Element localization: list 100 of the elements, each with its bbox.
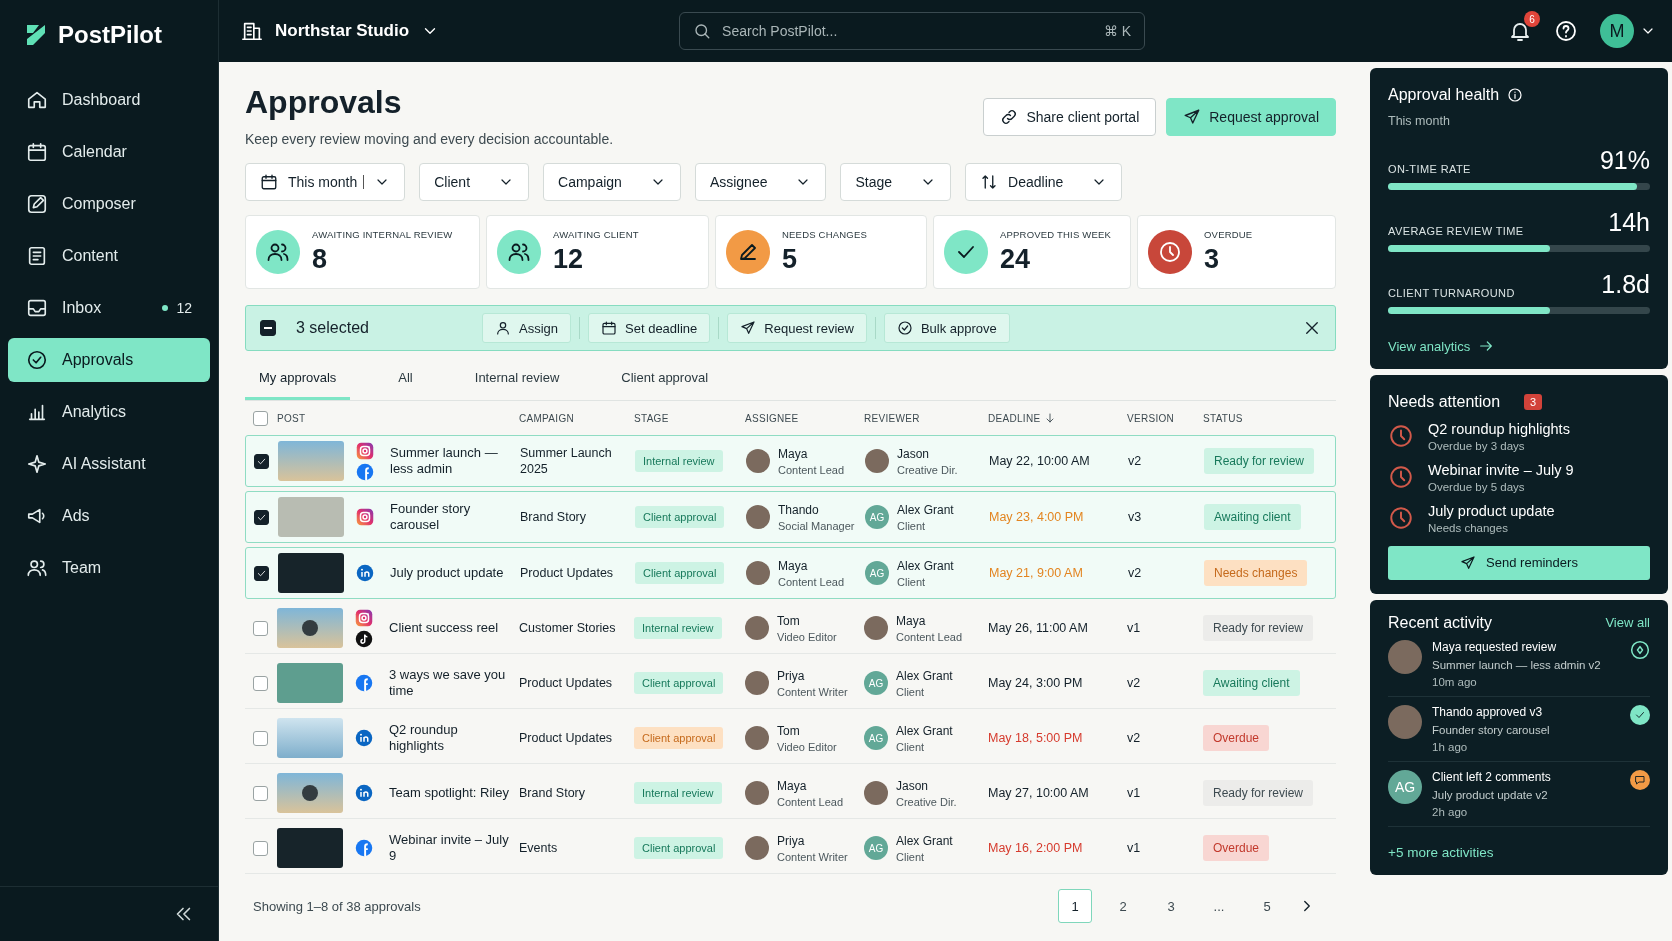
more-activities-link[interactable]: +5 more activities [1388,838,1494,860]
nav-item[interactable]: Composer [8,182,210,226]
row-checkbox[interactable] [253,840,268,856]
bulk-action-button[interactable]: Assign [482,313,572,343]
row-checkbox[interactable] [253,620,268,636]
filter-dropdown[interactable]: Campaign [543,163,681,201]
activity-detail: July product update v2 [1432,788,1549,801]
partial-checkbox[interactable] [260,320,276,336]
attention-title[interactable]: Webinar invite – July 9 [1428,461,1574,478]
row-checkbox[interactable] [254,565,269,581]
tab[interactable]: Internal review [460,359,574,400]
notification-count: 6 [1524,11,1540,27]
avatar [745,671,769,695]
unread-count: 12 [162,300,192,316]
filter-dropdown[interactable]: This month [245,163,406,201]
page-button[interactable]: 1 [1058,889,1092,923]
user-avatar[interactable]: M [1600,14,1634,48]
reviewer-role: Creative Dir. [896,795,957,808]
post-title: 3 ways we save you time [388,667,507,699]
avatar [746,561,770,585]
stage-tag: Internal review [634,782,722,804]
attention-title[interactable]: July product update [1428,502,1555,519]
column-header: REVIEWER [864,412,920,424]
filter-dropdown[interactable]: Client [419,163,530,201]
avatar: AG [1388,769,1422,804]
nav-item[interactable]: AI Assistant [8,442,210,486]
row-checkbox[interactable] [253,785,268,801]
avatar [1388,704,1422,739]
selection-count: 3 selected [296,319,370,337]
workspace-switcher[interactable]: Northstar Studio [241,20,440,42]
pencil-square-icon [26,193,48,215]
bulk-action-button[interactable]: Set deadline [588,313,711,343]
metric-label: CLIENT TURNAROUND [1388,287,1515,299]
status-tag: Awaiting client [1203,670,1300,696]
row-checkbox[interactable] [254,509,269,525]
page-button[interactable]: 3 [1154,889,1188,923]
nav-item[interactable]: Dashboard [8,78,210,122]
send-reminders-button[interactable]: Send reminders [1388,545,1650,580]
instagram-icon [355,608,373,627]
assignee-role: Content Lead [778,463,845,476]
bulk-action-button[interactable]: Request review [727,313,867,343]
version-cell-text: v1 [1127,621,1142,635]
filter-dropdown[interactable]: Stage [840,163,952,201]
metric-value: 1.8d [1601,270,1650,299]
nav-item[interactable]: Ads [8,494,210,538]
metric-label: ON-TIME RATE [1388,163,1471,175]
view-all-link[interactable]: View all [1605,615,1650,630]
avatar [745,836,769,860]
version-cell-text: v2 [1128,566,1143,580]
deadline-cell-text: May 21, 9:00 AM [989,566,1084,580]
row-checkbox[interactable] [253,730,268,746]
activity-title: Thando approved v3 [1432,704,1544,719]
column-header: CAMPAIGN [519,412,574,424]
stage-tag: Internal review [635,450,723,472]
campaign-cell-text: Product Updates [519,675,614,691]
avatar [745,616,769,640]
attention-title[interactable]: Q2 roundup highlights [1428,420,1570,437]
reviewer-name: Alex Grant [897,558,954,573]
filter-dropdown[interactable]: Assignee [694,163,827,201]
page-button[interactable]: ... [1202,889,1236,923]
page-button[interactable]: 2 [1106,889,1140,923]
assignee-name: Maya [778,446,809,461]
tab[interactable]: All [384,359,427,400]
row-checkbox[interactable] [253,675,268,691]
row-checkbox[interactable] [254,453,269,469]
play-icon [302,620,318,636]
close-button[interactable] [1303,319,1321,337]
tab[interactable]: My approvals [245,359,351,400]
assignee-role: Content Writer [777,850,848,863]
nav-item[interactable]: Inbox 12 [8,286,210,330]
activity-detail: Founder story carousel [1432,723,1551,736]
activity-title: Client left 2 comments [1432,769,1552,784]
assignee-name: Tom [777,613,801,628]
tab[interactable]: Client approval [607,359,723,400]
nav-item[interactable]: Approvals [8,338,210,382]
view-analytics-link[interactable]: View analytics [1388,338,1495,354]
version-cell-text: v1 [1127,841,1142,855]
help-icon [1554,19,1578,43]
post-title: Founder story carousel [389,501,472,533]
campaign-cell-text: Events [519,840,559,856]
play-icon [302,785,318,801]
avatar [865,449,889,473]
stage-tag: Client approval [634,672,724,694]
nav-item[interactable]: Analytics [8,390,210,434]
post-title: Summer launch — less admin [389,445,499,477]
reviewer-role: Creative Dir. [897,463,958,476]
stage-tag: Client approval [635,506,725,528]
assignee-role: Video Editor [777,630,837,643]
nav-item[interactable]: Calendar [8,130,210,174]
paper-plane-icon [1183,108,1202,126]
status-tag: Ready for review [1203,780,1314,806]
avatar: AG [864,836,888,860]
select-all-checkbox[interactable] [253,410,268,426]
nav-item[interactable]: Content [8,234,210,278]
page-button[interactable]: 5 [1250,889,1284,923]
bulk-action-button[interactable]: Bulk approve [883,313,1010,343]
request-approval-button[interactable]: Request approval [1166,98,1336,136]
nav-item[interactable]: Team [8,546,210,590]
share-button[interactable]: Share client portal [983,98,1157,136]
filter-dropdown[interactable]: Deadline [965,163,1123,201]
